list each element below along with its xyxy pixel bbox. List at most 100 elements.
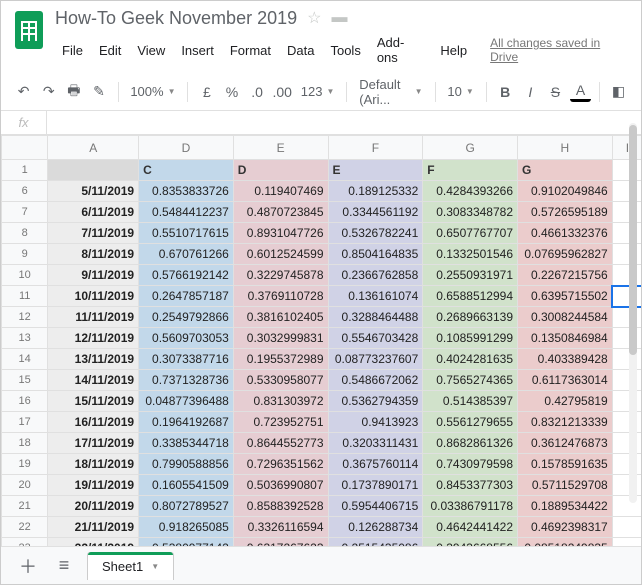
cell[interactable]: 8/11/2019 <box>48 244 139 265</box>
cell[interactable]: 0.1578591635 <box>518 454 613 475</box>
cell[interactable]: 12/11/2019 <box>48 328 139 349</box>
cell[interactable]: 15/11/2019 <box>48 391 139 412</box>
cell[interactable]: 0.4024281635 <box>423 349 518 370</box>
rowhead[interactable]: 14 <box>2 349 48 370</box>
colhead-H[interactable]: H <box>518 136 613 160</box>
rowhead[interactable]: 1 <box>2 160 48 181</box>
cell[interactable]: 0.3203311431 <box>328 433 423 454</box>
menu-help[interactable]: Help <box>433 41 474 60</box>
cell[interactable]: 14/11/2019 <box>48 370 139 391</box>
cell[interactable]: 6/11/2019 <box>48 202 139 223</box>
cell[interactable]: 0.2689663139 <box>423 307 518 328</box>
cell[interactable]: 0.5726595189 <box>518 202 613 223</box>
decrease-decimal-icon[interactable]: .0 <box>247 79 268 105</box>
strike-icon[interactable]: S <box>545 79 566 105</box>
cell[interactable]: 0.136161074 <box>328 286 423 307</box>
cell[interactable] <box>48 160 139 181</box>
cell[interactable]: 0.3326116594 <box>233 517 328 538</box>
cell[interactable]: 0.9413923 <box>328 412 423 433</box>
sheet-tab[interactable]: Sheet1 ▼ <box>87 552 174 580</box>
cell[interactable]: 0.6588512994 <box>423 286 518 307</box>
cell[interactable]: 0.3816102405 <box>233 307 328 328</box>
cell[interactable]: 19/11/2019 <box>48 475 139 496</box>
rowhead[interactable]: 6 <box>2 181 48 202</box>
cell[interactable]: 0.4284393266 <box>423 181 518 202</box>
menu-insert[interactable]: Insert <box>174 41 221 60</box>
cell[interactable]: 11/11/2019 <box>48 307 139 328</box>
rowhead[interactable]: 11 <box>2 286 48 307</box>
vertical-scrollbar[interactable] <box>629 123 637 503</box>
cell[interactable]: 0.03386791178 <box>423 496 518 517</box>
rowhead[interactable]: 21 <box>2 496 48 517</box>
cell[interactable]: 0.07695962827 <box>518 244 613 265</box>
cell[interactable]: 0.3612476873 <box>518 433 613 454</box>
cell[interactable]: 0.3008244584 <box>518 307 613 328</box>
rowhead[interactable]: 10 <box>2 265 48 286</box>
cell[interactable]: 0.2550931971 <box>423 265 518 286</box>
folder-icon[interactable]: ▬ <box>331 9 347 27</box>
star-icon[interactable]: ☆ <box>307 8 321 28</box>
text-color-icon[interactable]: A <box>570 82 591 102</box>
cell[interactable]: 0.5766192142 <box>139 265 234 286</box>
cell[interactable]: 0.1955372989 <box>233 349 328 370</box>
add-sheet-button[interactable]: ＋ <box>15 553 41 579</box>
cell[interactable]: 0.3083348782 <box>423 202 518 223</box>
cell[interactable]: 0.42795819 <box>518 391 613 412</box>
cell[interactable]: 0.8321213339 <box>518 412 613 433</box>
cell[interactable]: 0.2549792866 <box>139 307 234 328</box>
cell[interactable]: 0.8453377303 <box>423 475 518 496</box>
rowhead[interactable]: 15 <box>2 370 48 391</box>
cell[interactable]: 0.670761266 <box>139 244 234 265</box>
cell[interactable]: 0.3769110728 <box>233 286 328 307</box>
cell[interactable]: 0.5954406715 <box>328 496 423 517</box>
cell[interactable]: 0.5486672062 <box>328 370 423 391</box>
cell[interactable]: 0.8644552773 <box>233 433 328 454</box>
cell[interactable]: 0.3032999831 <box>233 328 328 349</box>
font-select[interactable]: Default (Ari...▼ <box>355 77 426 107</box>
rowhead[interactable]: 7 <box>2 202 48 223</box>
redo-icon[interactable]: ↷ <box>38 79 59 105</box>
italic-icon[interactable]: I <box>520 79 541 105</box>
cell[interactable]: 0.4870723845 <box>233 202 328 223</box>
menu-data[interactable]: Data <box>280 41 321 60</box>
fill-color-icon[interactable]: ◧ <box>608 79 629 105</box>
paint-format-icon[interactable]: ✎ <box>88 79 109 105</box>
more-formats[interactable]: 123▼ <box>297 84 339 99</box>
all-sheets-button[interactable]: ≡ <box>51 555 77 576</box>
cell[interactable]: 0.3675760114 <box>328 454 423 475</box>
cell[interactable]: 0.126288734 <box>328 517 423 538</box>
colhead-E[interactable]: E <box>233 136 328 160</box>
cell[interactable]: 0.2366762858 <box>328 265 423 286</box>
cell[interactable]: 0.723952751 <box>233 412 328 433</box>
cell[interactable]: 0.4661332376 <box>518 223 613 244</box>
cell[interactable]: 0.8504164835 <box>328 244 423 265</box>
sheets-logo[interactable] <box>13 9 45 51</box>
cell[interactable]: 0.1737890171 <box>328 475 423 496</box>
cell[interactable]: 0.8353833726 <box>139 181 234 202</box>
menu-format[interactable]: Format <box>223 41 278 60</box>
cell[interactable]: 0.8682861326 <box>423 433 518 454</box>
cell[interactable]: 10/11/2019 <box>48 286 139 307</box>
cell[interactable]: D <box>233 160 328 181</box>
rowhead[interactable]: 9 <box>2 244 48 265</box>
rowhead[interactable]: 19 <box>2 454 48 475</box>
scrollbar-thumb[interactable] <box>629 125 637 355</box>
menu-file[interactable]: File <box>55 41 90 60</box>
cell[interactable]: 17/11/2019 <box>48 433 139 454</box>
cell[interactable]: 0.3385344718 <box>139 433 234 454</box>
spreadsheet-grid[interactable]: A D E F G H I 1CDEFG65/11/20190.83538337… <box>1 135 641 553</box>
colhead-F[interactable]: F <box>328 136 423 160</box>
menu-tools[interactable]: Tools <box>323 41 367 60</box>
rowhead[interactable]: 16 <box>2 391 48 412</box>
cell[interactable]: 0.3344561192 <box>328 202 423 223</box>
cell[interactable]: C <box>139 160 234 181</box>
cell[interactable]: 0.8588392528 <box>233 496 328 517</box>
colhead-G[interactable]: G <box>423 136 518 160</box>
menu-addons[interactable]: Add-ons <box>370 33 432 67</box>
cell[interactable]: 0.2647857187 <box>139 286 234 307</box>
cell[interactable]: 0.7430979598 <box>423 454 518 475</box>
cell[interactable]: 0.7371328736 <box>139 370 234 391</box>
save-status[interactable]: All changes saved in Drive <box>490 36 629 64</box>
cell[interactable]: 0.4692398317 <box>518 517 613 538</box>
cell[interactable]: 0.1605541509 <box>139 475 234 496</box>
